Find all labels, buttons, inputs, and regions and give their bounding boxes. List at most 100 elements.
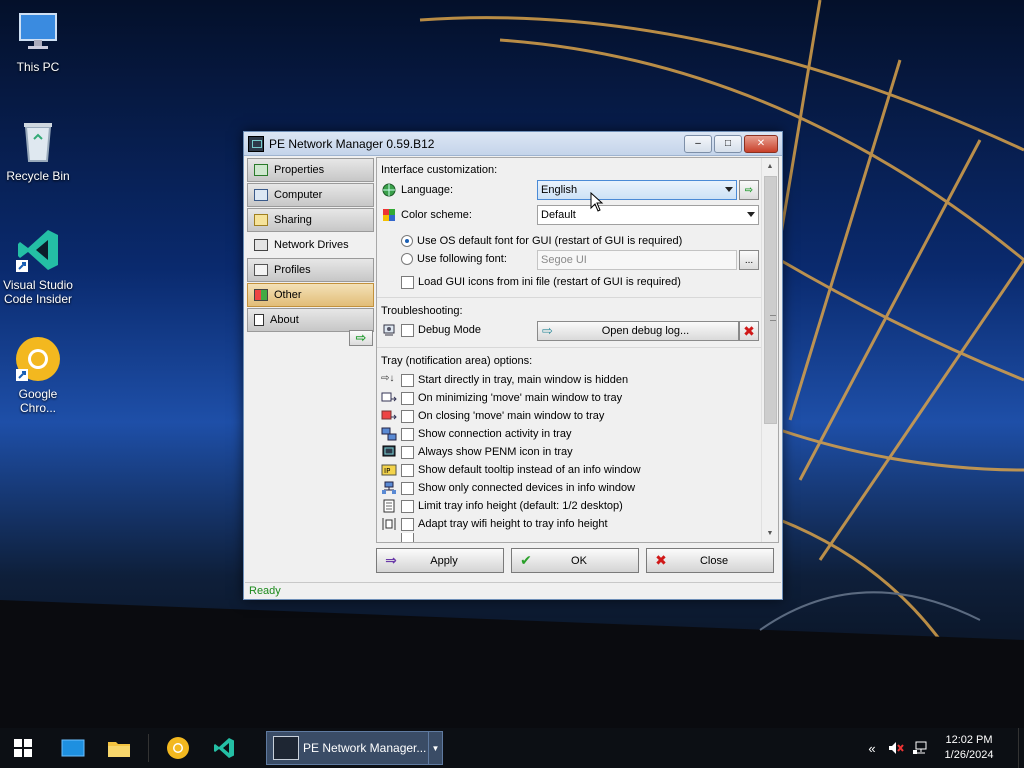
vertical-scrollbar[interactable]: ▲ ▼ [761,158,778,542]
close-label: Close [699,554,729,567]
tray-option-row[interactable]: On closing 'move' main window to tray [381,407,604,425]
taskbar-desktop-button[interactable] [50,728,96,768]
tooltip-ip-icon: IP [381,463,397,477]
minimize-button[interactable]: – [684,134,712,153]
clock-date: 1/26/2024 [944,749,994,761]
color-scheme-select[interactable]: Default [537,205,759,225]
taskbar-vscode-insiders-button[interactable] [201,728,247,768]
debug-mode-checkbox[interactable] [401,323,414,337]
tray-option-checkbox[interactable] [401,517,414,531]
tray-option-row[interactable]: IP Show default tooltip instead of an in… [381,461,641,479]
tray-option-checkbox[interactable] [401,481,414,495]
sidebar-item-other[interactable]: Other [247,283,374,307]
scroll-down-icon[interactable]: ▼ [762,525,778,542]
sidebar: Properties Computer Sharing Network Driv… [245,157,375,583]
color-scheme-label: Color scheme: [401,209,472,221]
taskbar-app-dropdown[interactable]: ▼ [428,731,442,765]
desktop-icon-vscode-insiders[interactable]: Visual Studio Code Insider [0,226,76,306]
open-debug-log-button[interactable]: ⇨ Open debug log... [537,321,739,341]
volume-muted-icon[interactable] [884,728,908,768]
desktop-icon-chrome-canary[interactable]: Google Chro... [0,335,76,415]
tray-option-row[interactable]: Show connection activity in tray [381,425,571,443]
language-label: Language: [401,184,453,196]
tray-option-checkbox[interactable] [401,463,414,477]
taskbar-penm-button[interactable]: PE Network Manager... ▼ [266,731,443,765]
tray-option-label: On closing 'move' main window to tray [418,410,605,422]
scroll-up-icon[interactable]: ▲ [762,158,778,175]
tray-option-checkbox[interactable] [401,373,414,387]
profiles-icon [254,264,268,276]
show-desktop-button[interactable] [1018,728,1024,768]
font-following-radio[interactable] [401,253,413,265]
tray-option-row[interactable]: Show only connected devices in info wind… [381,479,635,497]
tray-option-label: Show connection activity in tray [418,428,572,440]
close-button[interactable]: ✖ Close [646,548,774,573]
font-browse-button[interactable]: ... [739,250,759,270]
sidebar-item-network-drives[interactable]: Network Drives [247,233,374,257]
font-default-option[interactable]: Use OS default font for GUI (restart of … [401,232,682,250]
clock-time: 12:02 PM [945,734,993,746]
taskbar-app-label: PE Network Manager... [303,741,427,755]
language-apply-button[interactable]: ⇨ [739,180,759,200]
sidebar-item-label: Computer [274,189,323,201]
start-button[interactable] [0,728,46,768]
desktop-icon-this-pc[interactable]: This PC [0,8,76,74]
tray-option-checkbox[interactable] [401,427,414,441]
maximize-button[interactable]: □ [714,134,742,153]
wifi-height-icon [381,517,397,531]
sidebar-item-properties[interactable]: Properties [247,158,374,182]
show-hidden-icons-button[interactable]: « [860,728,884,768]
tray-option-row-clipped [381,533,418,542]
tray-option-row[interactable]: Limit tray info height (default: 1/2 des… [381,497,623,515]
sidebar-item-profiles[interactable]: Profiles [247,258,374,282]
font-following-option[interactable]: Use following font: [401,250,507,268]
tray-option-label: Limit tray info height (default: 1/2 des… [418,500,623,512]
scroll-thumb[interactable] [764,176,777,424]
network-icon[interactable] [908,728,932,768]
clear-debug-log-button[interactable]: ✖ [739,321,759,341]
desktop-icon-label: Recycle Bin [6,169,70,183]
tray-option-row[interactable]: On minimizing 'move' main window to tray [381,389,622,407]
font-default-radio[interactable] [401,235,413,247]
folder-icon [108,742,130,757]
apply-button[interactable]: ⇒ Apply [376,548,504,573]
sidebar-arrow-button[interactable]: ⇨ [349,330,373,346]
tray-option-label: Start directly in tray, main window is h… [418,374,629,386]
vscode-insiders-icon [214,738,234,758]
chrome-canary-icon [14,335,62,383]
arrow-right-icon: ⇨ [542,323,553,338]
debug-row: Debug Mode [381,321,481,339]
system-tray: « 12:02 PM 1/26/2024 [860,728,1024,768]
ok-button[interactable]: ✔ OK [511,548,639,573]
sidebar-item-computer[interactable]: Computer [247,183,374,207]
taskbar-chrome-canary-button[interactable] [155,728,201,768]
tray-option-row[interactable]: ⇨↓ Start directly in tray, main window i… [381,371,628,389]
sidebar-item-sharing[interactable]: Sharing [247,208,374,232]
close-window-button[interactable]: ✕ [744,134,778,153]
sidebar-item-label: Other [274,289,302,301]
desktop-icon-recycle-bin[interactable]: Recycle Bin [0,117,76,183]
clock[interactable]: 12:02 PM 1/26/2024 [932,733,1006,763]
font-field[interactable]: Segoe UI [537,250,737,270]
tray-option-checkbox[interactable] [401,499,414,513]
tray-option-row[interactable]: Always show PENM icon in tray [381,443,573,461]
color-scheme-value: Default [541,209,576,221]
language-select[interactable]: English [537,180,737,200]
tray-option-row[interactable]: Adapt tray wifi height to tray info heig… [381,515,608,533]
sidebar-item-about[interactable]: About [247,308,374,332]
tray-option-checkbox[interactable] [401,445,414,459]
color-scheme-icon [381,208,397,222]
tray-option-checkbox[interactable] [401,391,414,405]
load-icons-checkbox[interactable] [401,275,414,289]
mouse-cursor-icon [590,192,604,212]
network-activity-icon [381,427,397,441]
tray-option-checkbox[interactable] [401,409,414,423]
limit-height-icon [381,499,397,513]
taskbar-file-explorer-button[interactable] [96,728,142,768]
chrome-canary-icon [167,737,189,759]
debug-mode-label: Debug Mode [418,324,481,336]
load-icons-option[interactable]: Load GUI icons from ini file (restart of… [401,273,681,291]
arrow-right-icon: ⇨ [355,330,367,345]
title-bar[interactable]: PE Network Manager 0.59.B12 – □ ✕ [244,132,782,156]
load-icons-label: Load GUI icons from ini file (restart of… [418,276,681,288]
